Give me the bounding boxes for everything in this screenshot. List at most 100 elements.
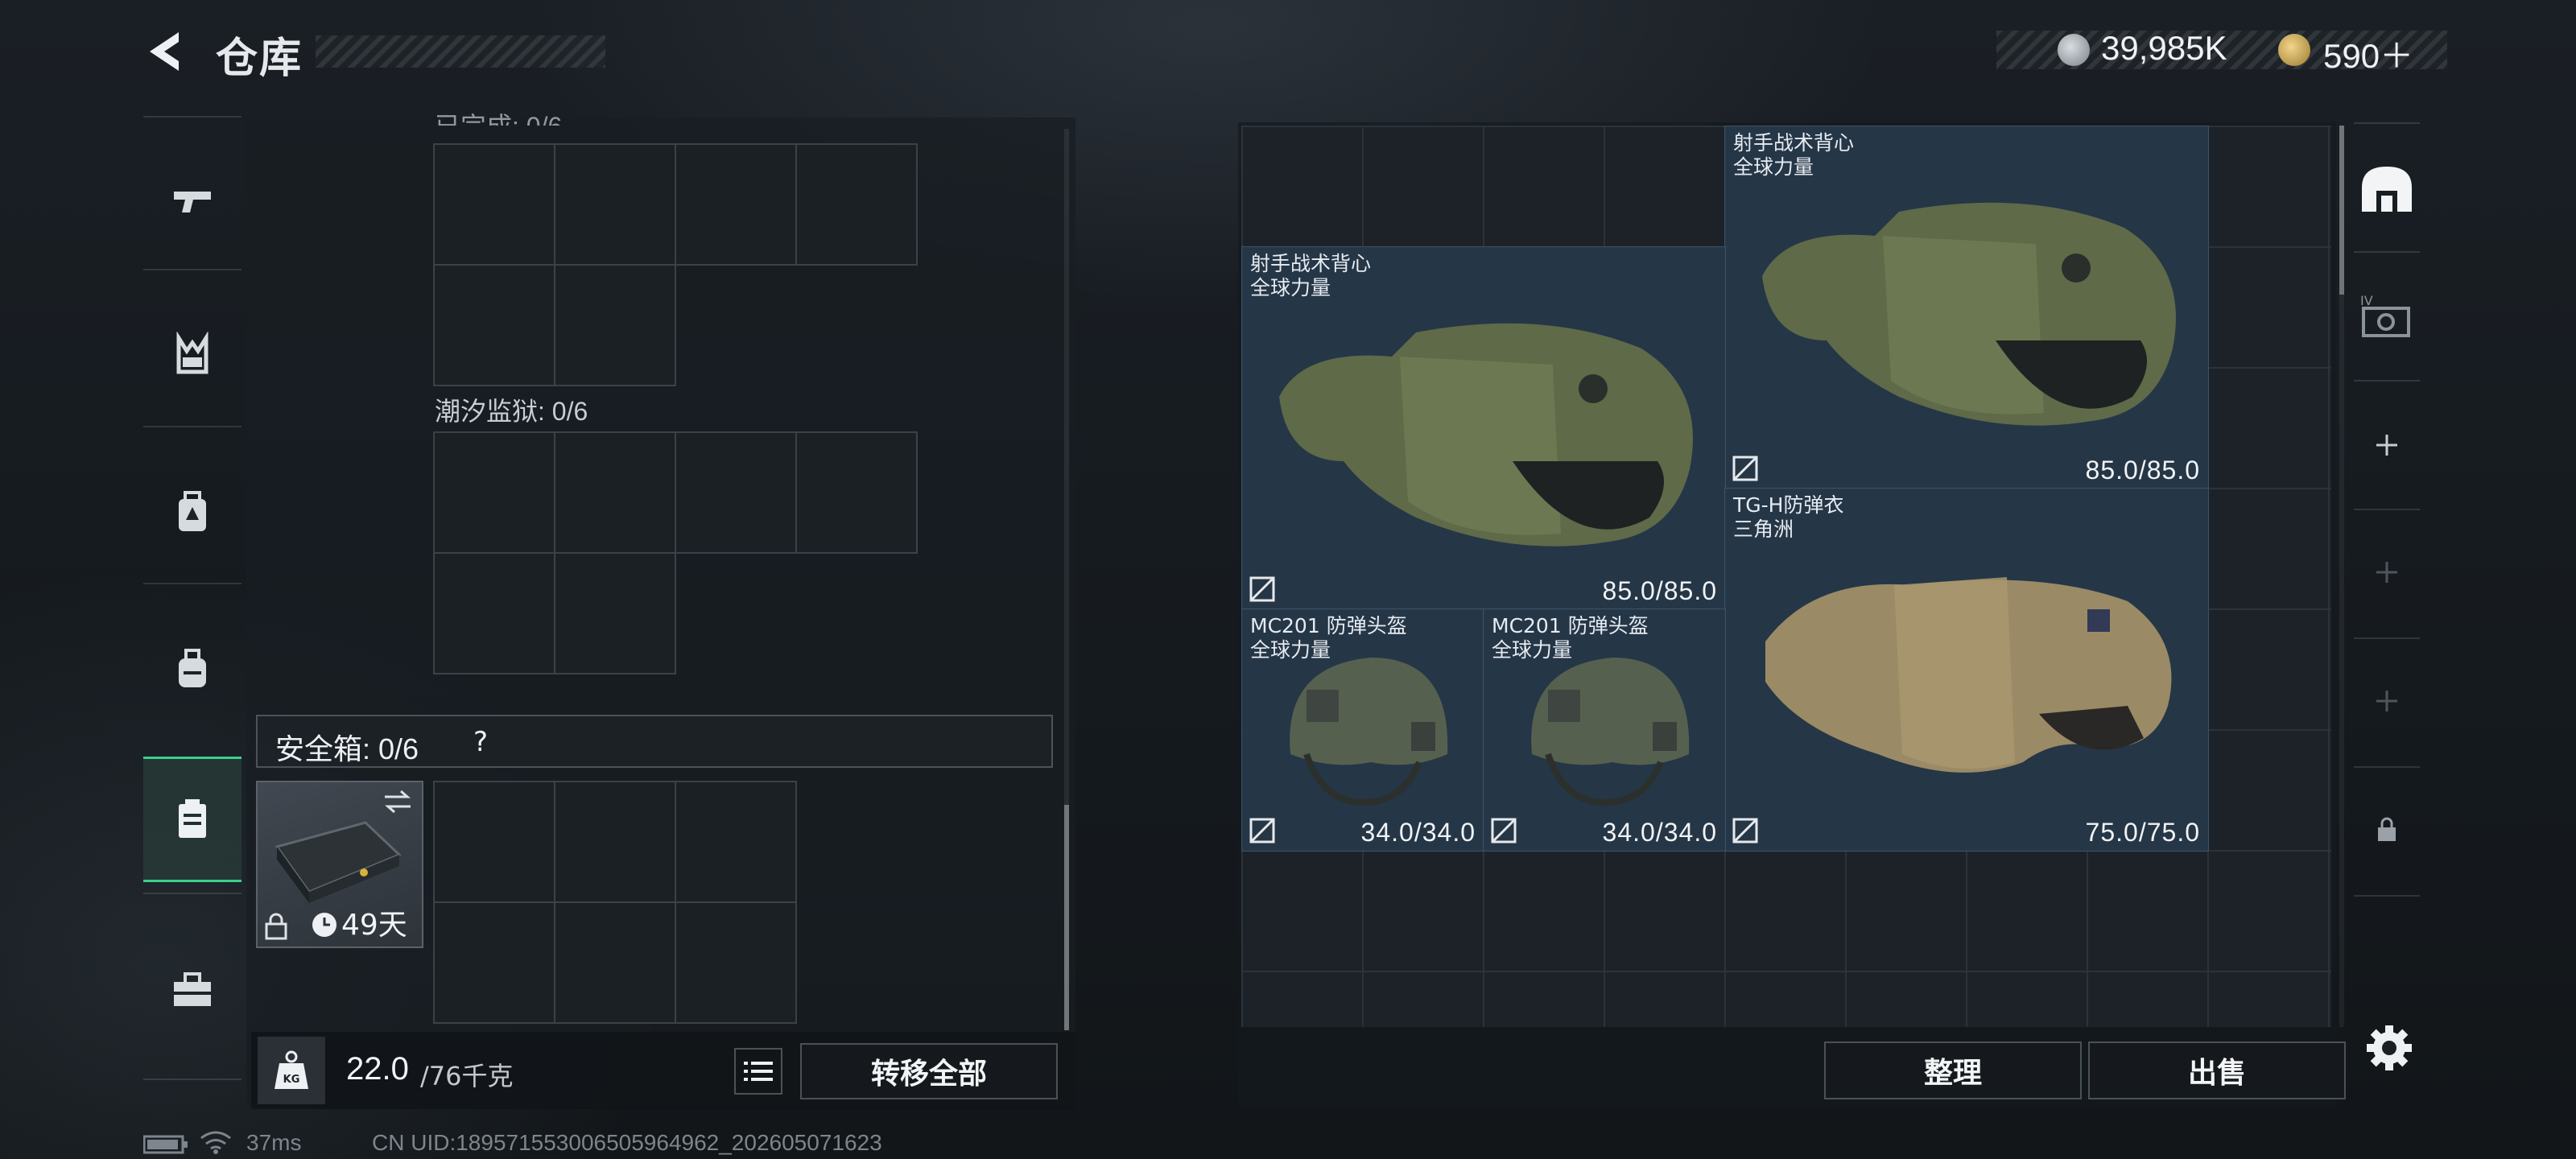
weight-icon-box: KG [258,1037,325,1104]
grid-slot[interactable] [675,901,797,1024]
page-title: 仓库 [216,35,303,83]
item-durability: 85.0/85.0 [1602,576,1717,605]
grid-slot[interactable] [433,431,555,554]
title-decoration [316,35,605,68]
grid-slot[interactable] [554,781,676,903]
list-view-button[interactable] [734,1048,782,1095]
add-storage-slot[interactable] [2346,512,2428,633]
grid-slot[interactable] [554,552,676,674]
safebox-timer: 49天 [341,909,407,942]
lock-icon [2378,817,2396,841]
grid-slot[interactable] [675,431,797,554]
category-sidebar [143,116,242,1082]
tide-prison-label: 潮汐监狱: 0/6 [435,397,588,426]
pistol-icon [174,192,211,212]
safe-case-icon [275,821,402,903]
add-storage-slot[interactable] [2346,385,2428,505]
lock-icon [265,913,287,940]
grid-slot[interactable] [433,143,555,266]
nav-backpacks[interactable] [143,452,242,573]
gear-icon [2367,1025,2412,1070]
no-repair-icon [1249,818,1275,843]
grid-slot[interactable] [433,901,555,1024]
inventory-item[interactable]: MC201 防弹头盔 全球力量 34.0/34.0 [1241,608,1484,852]
locked-storage-slot[interactable] [2346,769,2428,890]
help-icon[interactable]: ? [473,726,488,758]
clock-icon [312,913,336,937]
item-name: 射手战术背心 全球力量 [1250,252,1372,299]
inventory-item[interactable]: 射手战术背心 全球力量 85.0/85.0 [1724,126,2209,489]
item-name: 射手战术背心 全球力量 [1733,131,1855,179]
loadout-scrollbar[interactable] [2339,126,2344,1027]
grid-slot[interactable] [554,901,676,1024]
item-durability: 34.0/34.0 [1602,818,1717,847]
grid-slot[interactable] [675,781,797,903]
container-sidebar: IV [2346,122,2428,1107]
inventory-item[interactable]: MC201 防弹头盔 全球力量 34.0/34.0 [1483,608,1726,852]
grid-slot[interactable] [554,431,676,554]
plus-icon [2376,691,2397,711]
wifi-icon [200,1131,231,1154]
uid-readout: CN UID:189571553006505964962_20260507162… [372,1130,882,1155]
weight-max: /76千克 [420,1061,514,1091]
item-name: MC201 防弹头盔 全球力量 [1492,614,1649,662]
tactical-vest-image [1279,323,1693,547]
expansion-case-icon: IV [2360,293,2410,337]
swap-icon[interactable] [382,789,414,815]
no-repair-icon [1249,576,1275,602]
item-name: TG-H防弹衣 三角洲 [1733,493,1844,541]
warehouse-icon [2362,167,2412,212]
grid-slot[interactable] [433,264,555,386]
toolbox-icon [174,972,211,1006]
gold-currency-amount[interactable]: 590＋ [2323,29,2413,78]
item-durability: 75.0/75.0 [2085,818,2200,847]
no-repair-icon [1732,818,1758,843]
sort-button[interactable]: 整理 [1824,1041,2082,1099]
safebox-item[interactable]: 49天 [256,781,423,948]
battery-icon [143,1135,188,1154]
svg-text:KG: KG [283,1074,300,1086]
nav-chest-rigs[interactable] [143,295,242,415]
grid-slot[interactable] [554,143,676,266]
add-storage-slot[interactable] [2346,641,2428,761]
grid-slot[interactable] [554,264,676,386]
no-repair-icon [1491,818,1517,843]
ping-readout: 37ms [246,1130,302,1155]
nav-weapons[interactable] [143,140,242,261]
grid-slot[interactable] [675,143,797,266]
grid-slot[interactable] [795,431,918,554]
item-durability: 85.0/85.0 [2085,456,2200,485]
inventory-item[interactable]: 射手战术背心 全球力量 85.0/85.0 [1241,246,1726,610]
nav-bags[interactable] [143,608,242,729]
gold-coin-icon [2278,34,2310,66]
silver-coin-icon [2058,34,2090,66]
nav-safebox[interactable] [143,757,242,882]
chest-rig-icon [176,332,208,374]
back-arrow-icon [150,32,179,71]
safebox-header: 安全箱: 0/6 ? [256,715,1053,768]
storage-scrollbar[interactable] [1064,129,1069,1030]
body-armor-image [1765,577,2172,773]
grid-slot[interactable] [795,143,918,266]
tactical-vest-image [1762,202,2176,426]
list-icon [744,1062,773,1081]
safebox-label: 安全箱: 0/6 [275,732,419,765]
storage-tab-main[interactable] [2346,129,2428,250]
inventory-item[interactable]: TG-H防弹衣 三角洲 75.0/75.0 [1724,488,2209,852]
svg-text:IV: IV [2360,293,2373,308]
grid-slot[interactable] [433,781,555,903]
no-repair-icon [1732,456,1758,481]
safebox-icon [179,799,206,838]
storage-tab-iv[interactable]: IV [2346,256,2428,377]
weight-kg-icon: KG [275,1050,308,1089]
grid-slot[interactable] [433,552,555,674]
item-durability: 34.0/34.0 [1360,818,1476,847]
bag-icon [179,649,206,687]
weight-value: 22.0 [346,1051,409,1087]
plus-icon [2376,435,2397,456]
transfer-all-button[interactable]: 转移全部 [800,1043,1058,1099]
settings-button[interactable] [2363,1022,2415,1074]
back-button[interactable] [143,29,185,74]
nav-toolbox[interactable] [143,930,242,1051]
sell-button[interactable]: 出售 [2088,1041,2346,1099]
